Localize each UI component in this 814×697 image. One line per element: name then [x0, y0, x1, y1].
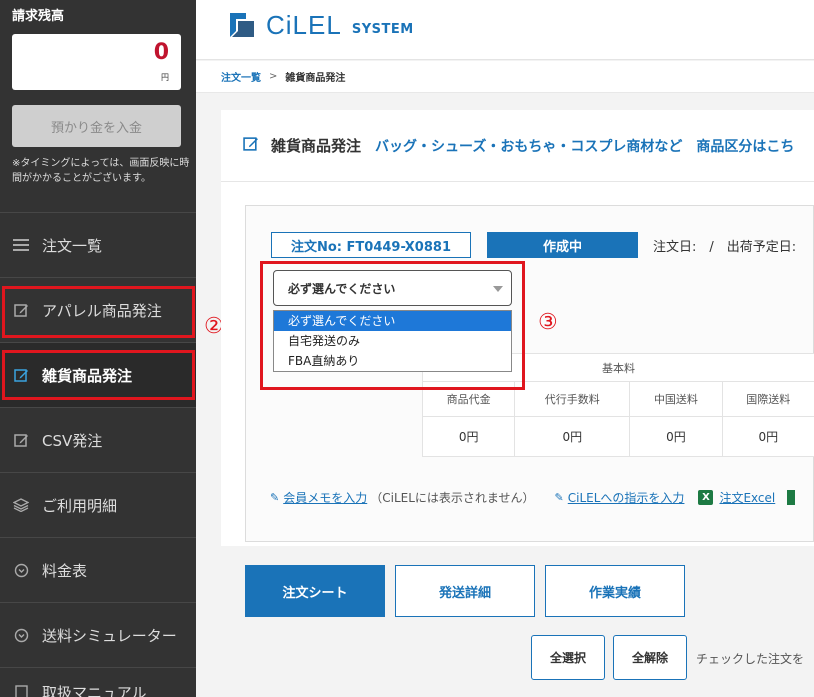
sidebar-item-label: ご利用明細: [42, 496, 118, 515]
memo-links: ✎ 会員メモを入力 （CiLELには表示されません） ✎ CiLELへの指示を入…: [270, 489, 796, 506]
sidebar-item-order-list[interactable]: 注文一覧: [0, 212, 196, 277]
order-excel-link[interactable]: 注文Excel: [719, 489, 775, 506]
fee-column-header: 中国送料: [629, 381, 723, 417]
card-header: 雑貨商品発注 バッグ・シューズ・おもちゃ・コスプレ商材など 商品区分はこち: [221, 110, 814, 182]
sidebar-item-price-list[interactable]: 料金表: [0, 537, 196, 602]
pencil-icon: ✎: [554, 491, 564, 504]
sidebar-item-csv-order[interactable]: CSV発注: [0, 407, 196, 472]
breadcrumb: 注文一覧 > 雑貨商品発注: [196, 61, 814, 93]
highlight-box-dropdown: [260, 261, 525, 390]
sidebar-item-shipping-simulator[interactable]: 送料シミュレーター: [0, 602, 196, 667]
tab-order-sheet[interactable]: 注文シート: [245, 565, 385, 617]
sidebar-nav: 注文一覧 アパレル商品発注 雑貨商品発注 CSV発注 ご利用明細 料金表 送料シ…: [0, 212, 196, 697]
balance-unit: 円: [161, 73, 169, 82]
logo-mark-icon: [226, 9, 258, 41]
page-subtitle: バッグ・シューズ・おもちゃ・コスプレ商材など: [375, 138, 683, 155]
cilel-logo[interactable]: CiLEL SYSTEM: [226, 9, 414, 41]
book-icon: [12, 682, 30, 697]
balance-box: 0 円: [12, 34, 181, 90]
sidebar-item-label: 注文一覧: [42, 236, 103, 255]
layers-icon: [12, 496, 30, 514]
sidebar-item-manual[interactable]: 取扱マニュアル: [0, 667, 196, 697]
sidebar-item-label: 送料シミュレーター: [42, 626, 177, 645]
category-link[interactable]: 商品区分はこち: [696, 136, 794, 156]
edit-icon: [12, 431, 30, 449]
fee-column-header: 国際送料: [721, 381, 814, 417]
circle-chevron-icon: [12, 561, 30, 579]
member-memo-note: （CiLELには表示されません）: [370, 491, 535, 505]
tab-work-results[interactable]: 作業実績: [545, 565, 685, 617]
highlight-box-goods: [2, 350, 195, 400]
sidebar-item-label: CSV発注: [42, 431, 103, 450]
checked-orders-text: チェックした注文を: [696, 652, 805, 666]
order-number: 注文No: FT0449-X0881: [271, 232, 471, 258]
instruction-link[interactable]: CiLELへの指示を入力: [568, 489, 685, 506]
breadcrumb-separator: >: [269, 71, 278, 82]
order-dates: 注文日: / 出荷予定日:: [653, 240, 797, 255]
logo-text: CiLEL: [266, 9, 342, 40]
excel-icon: [787, 490, 796, 505]
header: CiLEL SYSTEM: [196, 0, 814, 60]
fee-value: 0円: [514, 416, 631, 457]
deselect-all-button[interactable]: 全解除: [613, 635, 687, 680]
breadcrumb-current: 雑貨商品発注: [285, 73, 346, 84]
deposit-button[interactable]: 預かり金を入金: [12, 105, 181, 147]
sidebar-item-usage-details[interactable]: ご利用明細: [0, 472, 196, 537]
sidebar: 請求残高 0 円 預かり金を入金 ※タイミングによっては、画面反映に時間がかかる…: [0, 0, 196, 697]
pencil-icon: ✎: [270, 491, 280, 504]
fee-value: 0円: [421, 416, 516, 457]
sidebar-item-label: 料金表: [42, 561, 88, 580]
select-all-button[interactable]: 全選択: [531, 635, 605, 680]
balance-title: 請求残高: [12, 9, 65, 24]
fee-column-header: 代行手数料: [514, 381, 631, 417]
timing-notice: ※タイミングによっては、画面反映に時間がかかることがございます。: [12, 158, 190, 184]
tab-shipping-details[interactable]: 発送詳細: [395, 565, 535, 617]
page-title: 雑貨商品発注: [271, 137, 362, 155]
balance-amount: 0: [153, 40, 169, 65]
sidebar-item-label: 取扱マニュアル: [42, 684, 147, 697]
highlight-box-apparel: [2, 286, 195, 338]
status-badge: 作成中: [487, 232, 638, 258]
circle-chevron-icon: [12, 626, 30, 644]
annotation-three: ③: [538, 310, 558, 335]
fee-value: 0円: [721, 416, 814, 457]
breadcrumb-order-list-link[interactable]: 注文一覧: [221, 69, 261, 84]
fee-value: 0円: [629, 416, 723, 457]
excel-icon: X: [698, 490, 714, 505]
edit-icon: [243, 136, 259, 156]
list-icon: [12, 236, 30, 254]
member-memo-link[interactable]: 会員メモを入力: [283, 489, 367, 506]
logo-sub: SYSTEM: [351, 21, 414, 37]
